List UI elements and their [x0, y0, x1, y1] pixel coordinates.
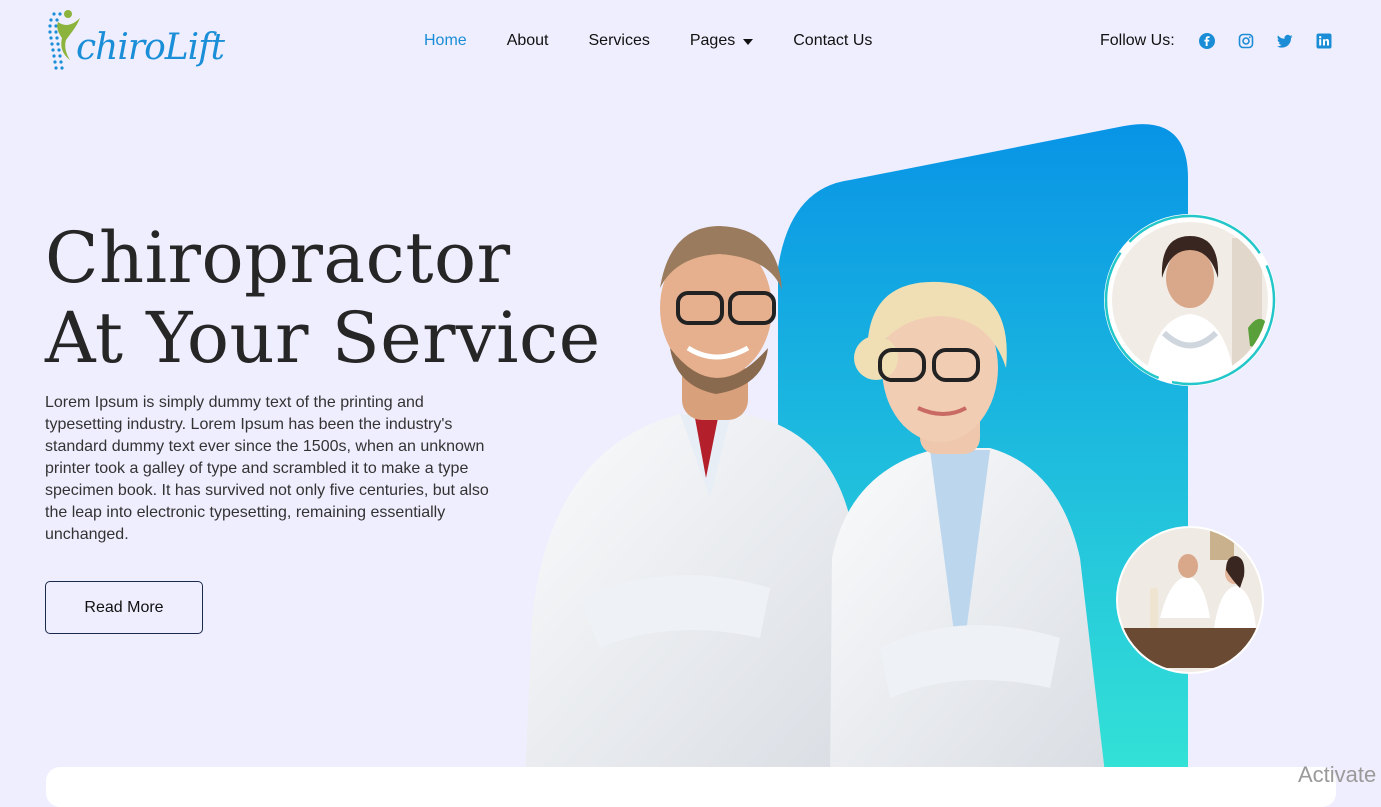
activate-watermark: Activate	[1298, 762, 1377, 787]
nav-contact[interactable]: Contact Us	[793, 30, 872, 52]
hero-title-line1: Chiropractor	[45, 217, 511, 299]
social-bar: Follow Us:	[1100, 30, 1355, 52]
nav-services[interactable]: Services	[589, 30, 650, 52]
instagram-icon[interactable]	[1238, 33, 1254, 49]
read-more-button[interactable]: Read More	[45, 581, 203, 634]
bottom-card	[46, 767, 1336, 807]
hero-title-line2: At Your Service	[45, 297, 601, 379]
follow-label: Follow Us:	[1100, 32, 1175, 49]
nav-pages-label: Pages	[689, 32, 736, 49]
hero-illustration	[525, 124, 1276, 782]
hero-description: Lorem Ipsum is simply dummy text of the …	[45, 394, 489, 543]
nav-pages[interactable]: Pages	[689, 30, 754, 52]
linkedin-icon[interactable]	[1316, 33, 1332, 49]
twitter-icon[interactable]	[1276, 33, 1293, 49]
brand-name: chiroLift	[76, 27, 225, 68]
hero-visual	[520, 118, 1320, 782]
nav-home[interactable]: Home	[424, 30, 467, 52]
brand-logo[interactable]: chiroLift	[44, 6, 225, 74]
main-nav: Home About Services Pages Contact Us	[424, 30, 912, 52]
facebook-icon[interactable]	[1198, 33, 1215, 49]
nav-about[interactable]: About	[507, 30, 549, 52]
caret-down-icon	[743, 39, 754, 45]
hero-title: Chiropractor At Your Service	[45, 218, 601, 378]
